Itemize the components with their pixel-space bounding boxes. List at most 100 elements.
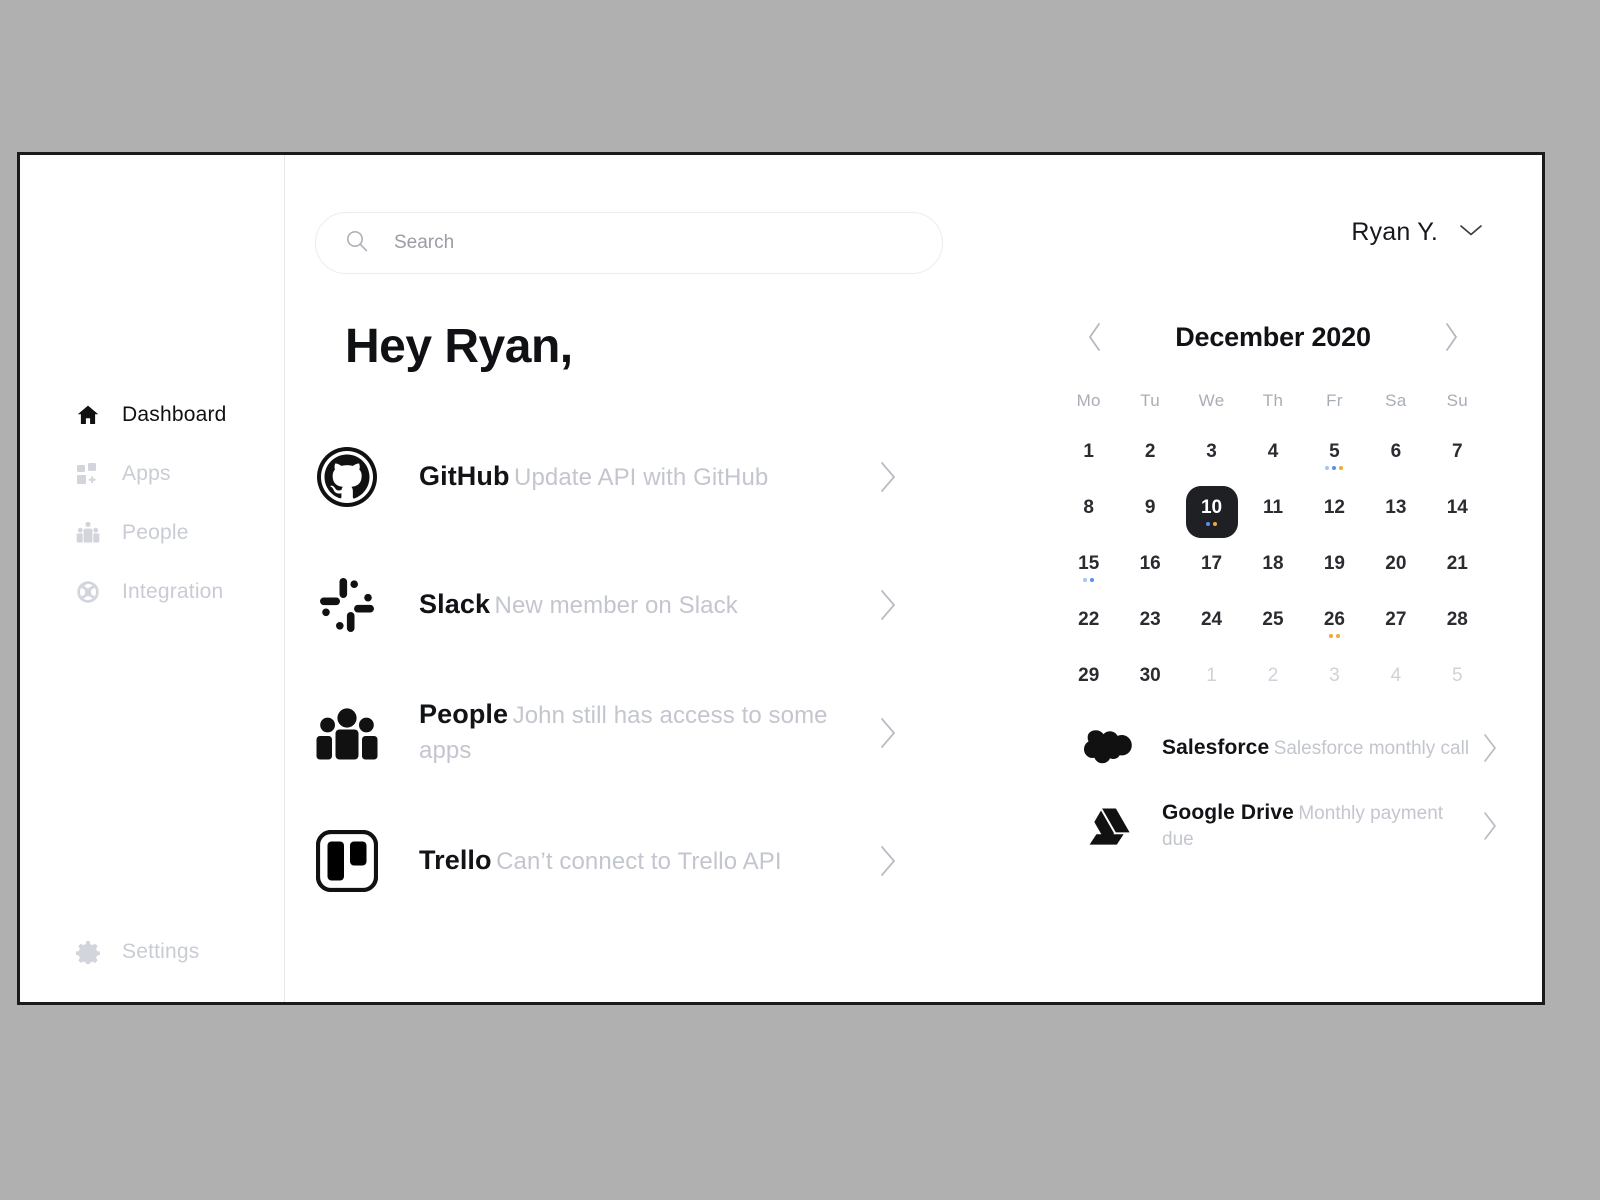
calendar-day-event-dots xyxy=(1328,634,1340,638)
chevron-right-icon[interactable] xyxy=(873,716,903,750)
calendar-prev-button[interactable] xyxy=(1086,322,1104,352)
slack-icon xyxy=(315,573,379,637)
calendar-day[interactable]: 4 xyxy=(1365,655,1426,705)
list-item[interactable]: People John still has access to some app… xyxy=(315,687,915,779)
weekday-label: Fr xyxy=(1326,391,1343,410)
trello-icon xyxy=(315,829,379,893)
calendar-day-number: 19 xyxy=(1323,553,1345,574)
app-name: People xyxy=(419,699,509,730)
calendar-day-number: 4 xyxy=(1267,441,1279,462)
calendar-day[interactable]: 5 xyxy=(1304,431,1365,481)
calendar-day[interactable]: 28 xyxy=(1427,599,1488,649)
calendar-day[interactable]: 30 xyxy=(1119,655,1180,705)
calendar-day[interactable]: 15 xyxy=(1058,543,1119,593)
list-item[interactable]: Google Drive Monthly payment due xyxy=(1082,793,1502,859)
calendar-day-number: 10 xyxy=(1200,497,1223,518)
chevron-right-icon[interactable] xyxy=(873,588,903,622)
weekday-label: Th xyxy=(1262,391,1284,410)
calendar-day[interactable]: 2 xyxy=(1242,655,1303,705)
list-item[interactable]: Slack New member on Slack xyxy=(315,559,915,651)
calendar-day-number: 7 xyxy=(1451,441,1463,462)
chevron-right-icon[interactable] xyxy=(1476,733,1502,763)
calendar-day-number: 30 xyxy=(1139,665,1161,686)
calendar-day-number: 20 xyxy=(1385,553,1407,574)
calendar-day-number: 12 xyxy=(1323,497,1345,518)
calendar-day-number: 18 xyxy=(1262,553,1284,574)
calendar-day-number: 3 xyxy=(1206,441,1217,462)
event-name: Google Drive xyxy=(1162,801,1294,824)
list-item[interactable]: GitHub Update API with GitHub xyxy=(315,431,915,523)
calendar-day[interactable]: 12 xyxy=(1304,487,1365,537)
calendar-day[interactable]: 19 xyxy=(1304,543,1365,593)
event-detail: Salesforce monthly call xyxy=(1273,737,1470,759)
sidebar-item-label: Dashboard xyxy=(122,403,227,426)
calendar-day-number: 11 xyxy=(1262,497,1284,518)
calendar-day[interactable]: 21 xyxy=(1427,543,1488,593)
calendar-day[interactable]: 26 xyxy=(1304,599,1365,649)
calendar-day[interactable]: 25 xyxy=(1242,599,1303,649)
calendar-day[interactable]: 1 xyxy=(1181,655,1242,705)
integration-icon xyxy=(76,580,100,604)
calendar-week-row: 8 9 10 11 12 13 14 xyxy=(1058,486,1488,538)
page-title: Hey Ryan, xyxy=(345,320,573,373)
list-item[interactable]: Trello Can’t connect to Trello API xyxy=(315,815,915,907)
sidebar-item-settings[interactable]: Settings xyxy=(76,932,276,972)
search-icon xyxy=(344,228,370,259)
calendar-day[interactable]: 23 xyxy=(1119,599,1180,649)
calendar-day[interactable]: 6 xyxy=(1365,431,1426,481)
calendar-week-row: 29 30 1 2 3 4 5 xyxy=(1058,655,1488,705)
chevron-down-icon[interactable] xyxy=(1458,222,1484,243)
chevron-right-icon[interactable] xyxy=(873,460,903,494)
sidebar-footer: Settings xyxy=(76,932,276,972)
list-item-text: People John still has access to some app… xyxy=(419,697,873,769)
sidebar-item-integration[interactable]: Integration xyxy=(76,572,276,612)
calendar-day[interactable]: 7 xyxy=(1427,431,1488,481)
weekday-label: We xyxy=(1198,391,1225,410)
chevron-right-icon[interactable] xyxy=(873,844,903,878)
sidebar: Dashboard Apps People Integration Settin… xyxy=(20,155,285,1002)
sidebar-item-dashboard[interactable]: Dashboard xyxy=(76,395,276,435)
event-dot xyxy=(1328,634,1333,638)
event-dot xyxy=(1206,522,1211,526)
calendar-day[interactable]: 18 xyxy=(1242,543,1303,593)
calendar-day-number: 25 xyxy=(1262,609,1284,630)
calendar-day[interactable]: 9 xyxy=(1119,487,1180,537)
search-box[interactable] xyxy=(315,212,943,274)
calendar-day[interactable]: 4 xyxy=(1242,431,1303,481)
calendar-day[interactable]: 14 xyxy=(1427,487,1488,537)
event-list: Salesforce Salesforce monthly call Googl… xyxy=(1082,715,1502,871)
calendar-day[interactable]: 3 xyxy=(1304,655,1365,705)
calendar-day[interactable]: 1 xyxy=(1058,431,1119,481)
calendar-day-number: 2 xyxy=(1267,665,1279,686)
calendar-day-number: 21 xyxy=(1446,553,1468,574)
salesforce-icon xyxy=(1082,725,1136,771)
calendar-day[interactable]: 22 xyxy=(1058,599,1119,649)
calendar-day[interactable]: 5 xyxy=(1427,655,1488,705)
calendar-day[interactable]: 13 xyxy=(1365,487,1426,537)
calendar-day-event-dots xyxy=(1325,466,1344,470)
calendar-day[interactable]: 2 xyxy=(1119,431,1180,481)
sidebar-item-people[interactable]: People xyxy=(76,513,276,553)
calendar-day[interactable]: 17 xyxy=(1181,543,1242,593)
calendar-day-selected[interactable]: 10 xyxy=(1181,486,1242,538)
calendar-next-button[interactable] xyxy=(1442,322,1460,352)
list-item[interactable]: Salesforce Salesforce monthly call xyxy=(1082,715,1502,781)
calendar-day[interactable]: 29 xyxy=(1058,655,1119,705)
calendar-day[interactable]: 16 xyxy=(1119,543,1180,593)
calendar-panel: December 2020 Mo Tu We Th Fr Sa Su 12345… xyxy=(1058,315,1488,711)
calendar-day[interactable]: 3 xyxy=(1181,431,1242,481)
user-menu[interactable]: Ryan Y. xyxy=(1351,218,1484,247)
calendar-day-number: 14 xyxy=(1446,497,1468,518)
calendar-day[interactable]: 8 xyxy=(1058,487,1119,537)
calendar-day-event-dots xyxy=(1206,522,1218,526)
calendar-day-event-dots xyxy=(1083,578,1095,582)
sidebar-item-apps[interactable]: Apps xyxy=(76,454,276,494)
calendar-day-number: 6 xyxy=(1390,441,1402,462)
calendar-day[interactable]: 20 xyxy=(1365,543,1426,593)
calendar-day[interactable]: 24 xyxy=(1181,599,1242,649)
search-input[interactable] xyxy=(392,231,856,255)
calendar-day[interactable]: 27 xyxy=(1365,599,1426,649)
calendar-day[interactable]: 11 xyxy=(1242,487,1303,537)
chevron-right-icon[interactable] xyxy=(1476,811,1502,841)
weekday-label: Tu xyxy=(1140,391,1161,410)
